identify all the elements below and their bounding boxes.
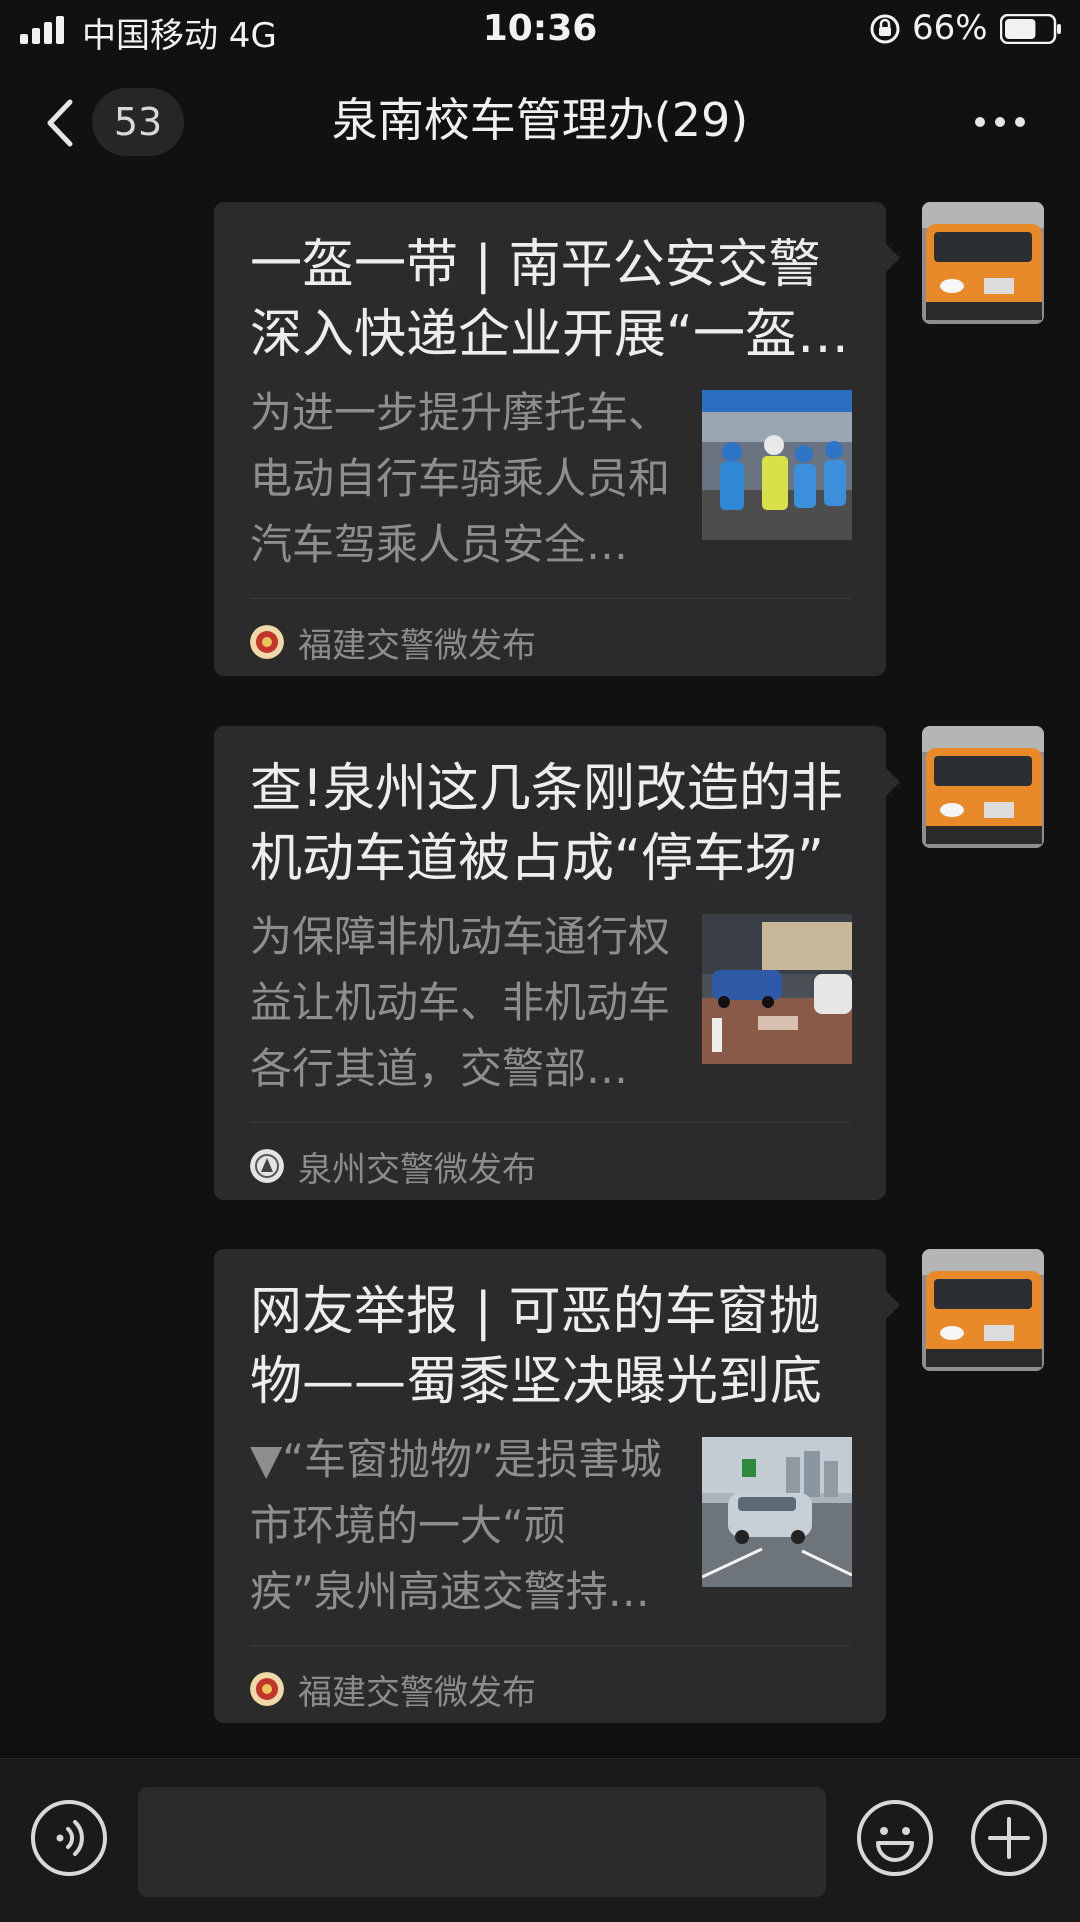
article-card[interactable]: 网友举报 | 可恶的车窗抛物——蜀黍坚决曝光到底 ▼“车窗抛物”是损害城市环境的… [214, 1249, 900, 1723]
police-badge-icon [250, 1672, 284, 1706]
bubble-tail [886, 244, 900, 272]
sender-avatar[interactable] [922, 202, 1044, 324]
article-description: 为保障非机动车通行权益让机动车、非机动车各行其道，交警部门开展整治 [250, 912, 670, 1093]
source-name: 泉州交警微发布 [298, 1149, 536, 1190]
article-title: 查!泉州这几条刚改造的非机动车道被占成“停车场” [250, 759, 843, 889]
divider [250, 1645, 850, 1646]
voice-input-icon[interactable] [30, 1799, 108, 1877]
article-card[interactable]: 一盔一带 | 南平公安交警深入快递企业开展“一盔一带”安全守护行动 为进一步提升… [214, 202, 900, 676]
article-thumbnail [702, 1437, 852, 1587]
sender-avatar[interactable] [922, 1249, 1044, 1371]
bubble-tail [886, 1291, 900, 1319]
more-options-icon[interactable] [972, 112, 1028, 132]
article-title: 一盔一带 | 南平公安交警深入快递企业开展“一盔一带”安全守护行动 [250, 235, 849, 365]
battery-percent: 66% [912, 8, 988, 48]
rotation-lock-icon [870, 14, 900, 44]
message-input-field[interactable] [138, 1787, 826, 1897]
police-badge-icon [250, 625, 284, 659]
article-card[interactable]: 查!泉州这几条刚改造的非机动车道被占成“停车场” 为保障非机动车通行权益让机动车… [214, 726, 900, 1200]
battery-icon [1000, 14, 1061, 44]
source-name: 福建交警微发布 [298, 625, 536, 666]
message-input-bar [0, 1758, 1080, 1922]
bubble-tail [886, 768, 900, 796]
article-thumbnail [702, 914, 852, 1064]
article-title: 网友举报 | 可恶的车窗抛物——蜀黍坚决曝光到底 [250, 1282, 823, 1412]
source-name: 福建交警微发布 [298, 1672, 536, 1713]
article-source: 泉州交警微发布 [250, 1136, 536, 1196]
sender-avatar[interactable] [922, 726, 1044, 848]
chat-title: 泉南校车管理办(29) [331, 93, 749, 147]
plus-icon[interactable] [970, 1799, 1048, 1877]
article-description: ▼“车窗抛物”是损害城市环境的一大“顽疾”泉州高速交警持续曝光 [250, 1435, 662, 1616]
emoji-icon[interactable] [856, 1799, 934, 1877]
article-thumbnail [702, 390, 852, 540]
status-bar: 中国移动 4G 10:36 66% [0, 0, 1080, 60]
divider [250, 1122, 850, 1123]
article-source: 福建交警微发布 [250, 612, 536, 672]
police-badge-icon [250, 1149, 284, 1183]
article-source: 福建交警微发布 [250, 1659, 536, 1719]
article-description: 为进一步提升摩托车、电动自行车骑乘人员和汽车驾乘人员安全防护意识 [250, 388, 670, 569]
divider [250, 598, 850, 599]
chat-header: 53 泉南校车管理办(29) [0, 60, 1080, 185]
